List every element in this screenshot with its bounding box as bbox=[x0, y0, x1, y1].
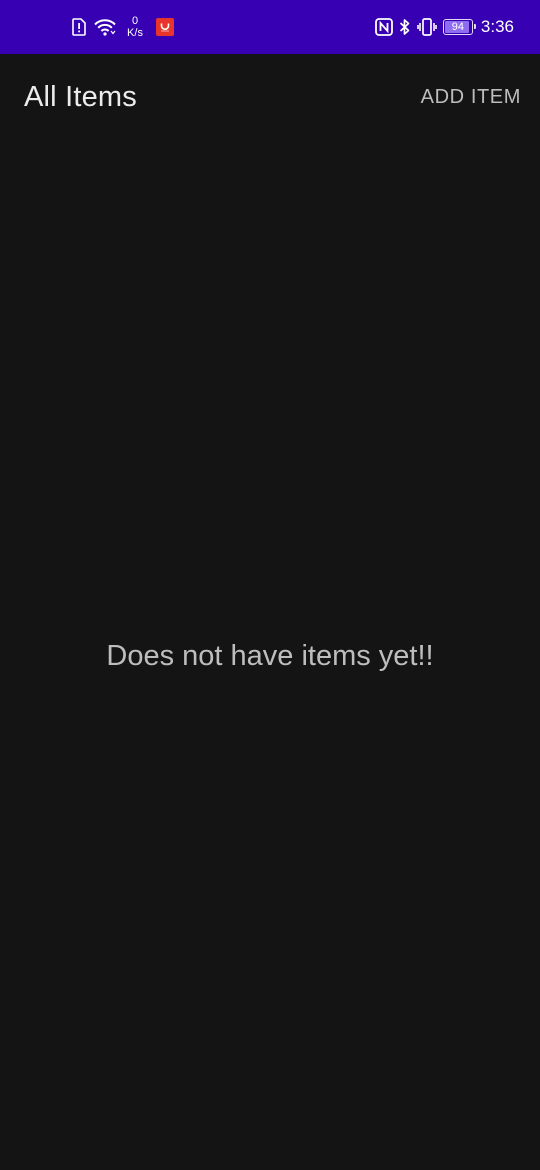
network-speed-unit: K/s bbox=[127, 27, 143, 39]
status-bar: 0 K/s 94 3:36 bbox=[0, 0, 540, 54]
status-bar-left: 0 K/s bbox=[72, 0, 174, 54]
battery-level: 94 bbox=[451, 21, 465, 33]
status-time: 3:36 bbox=[480, 17, 514, 36]
vibrate-icon bbox=[417, 18, 437, 36]
page-title: All Items bbox=[24, 81, 137, 113]
bluetooth-icon bbox=[399, 18, 411, 36]
app-bar: All Items ADD ITEM bbox=[0, 54, 540, 140]
battery-icon: 94 bbox=[442, 19, 476, 35]
status-bar-right: 94 3:36 bbox=[375, 0, 514, 54]
alert-icon bbox=[72, 18, 86, 36]
app-notification-icon bbox=[156, 18, 174, 36]
network-speed-value: 0 bbox=[131, 15, 139, 27]
nfc-icon bbox=[375, 18, 393, 36]
add-item-button[interactable]: ADD ITEM bbox=[421, 80, 521, 114]
empty-state-message: Does not have items yet!! bbox=[106, 640, 434, 672]
network-speed: 0 K/s bbox=[124, 15, 146, 39]
app-screen: 0 K/s 94 3:36 All Items ADD ITEM Does no… bbox=[0, 0, 540, 1170]
wifi-icon bbox=[94, 18, 116, 36]
